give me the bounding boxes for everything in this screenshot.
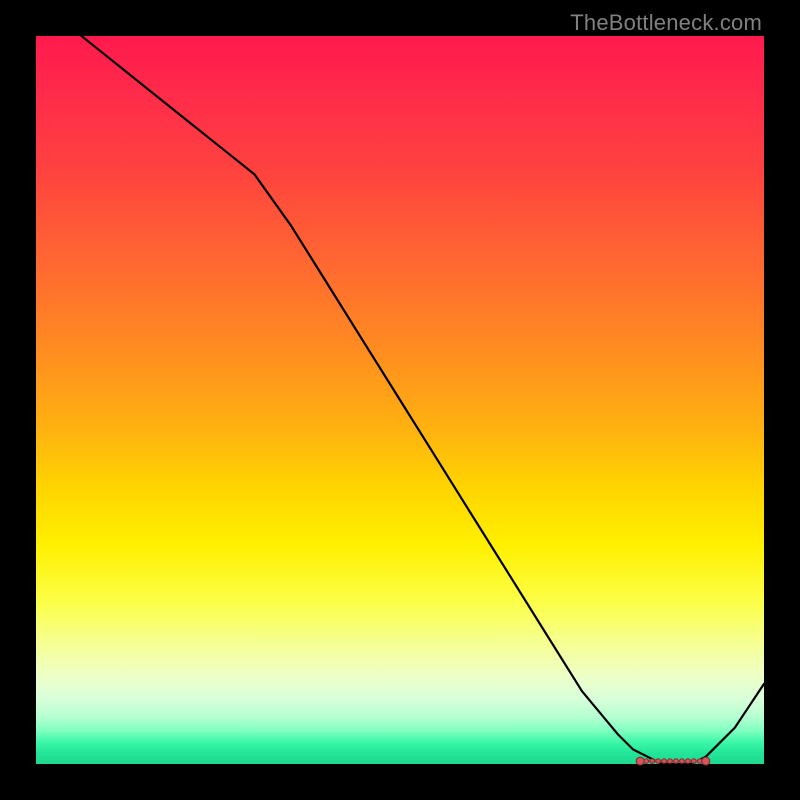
chart-canvas: TheBottleneck.com [0,0,800,800]
plot-overlay [36,36,764,764]
series-curve [36,0,764,764]
watermark-text: TheBottleneck.com [570,10,762,36]
plot-area [36,36,764,764]
